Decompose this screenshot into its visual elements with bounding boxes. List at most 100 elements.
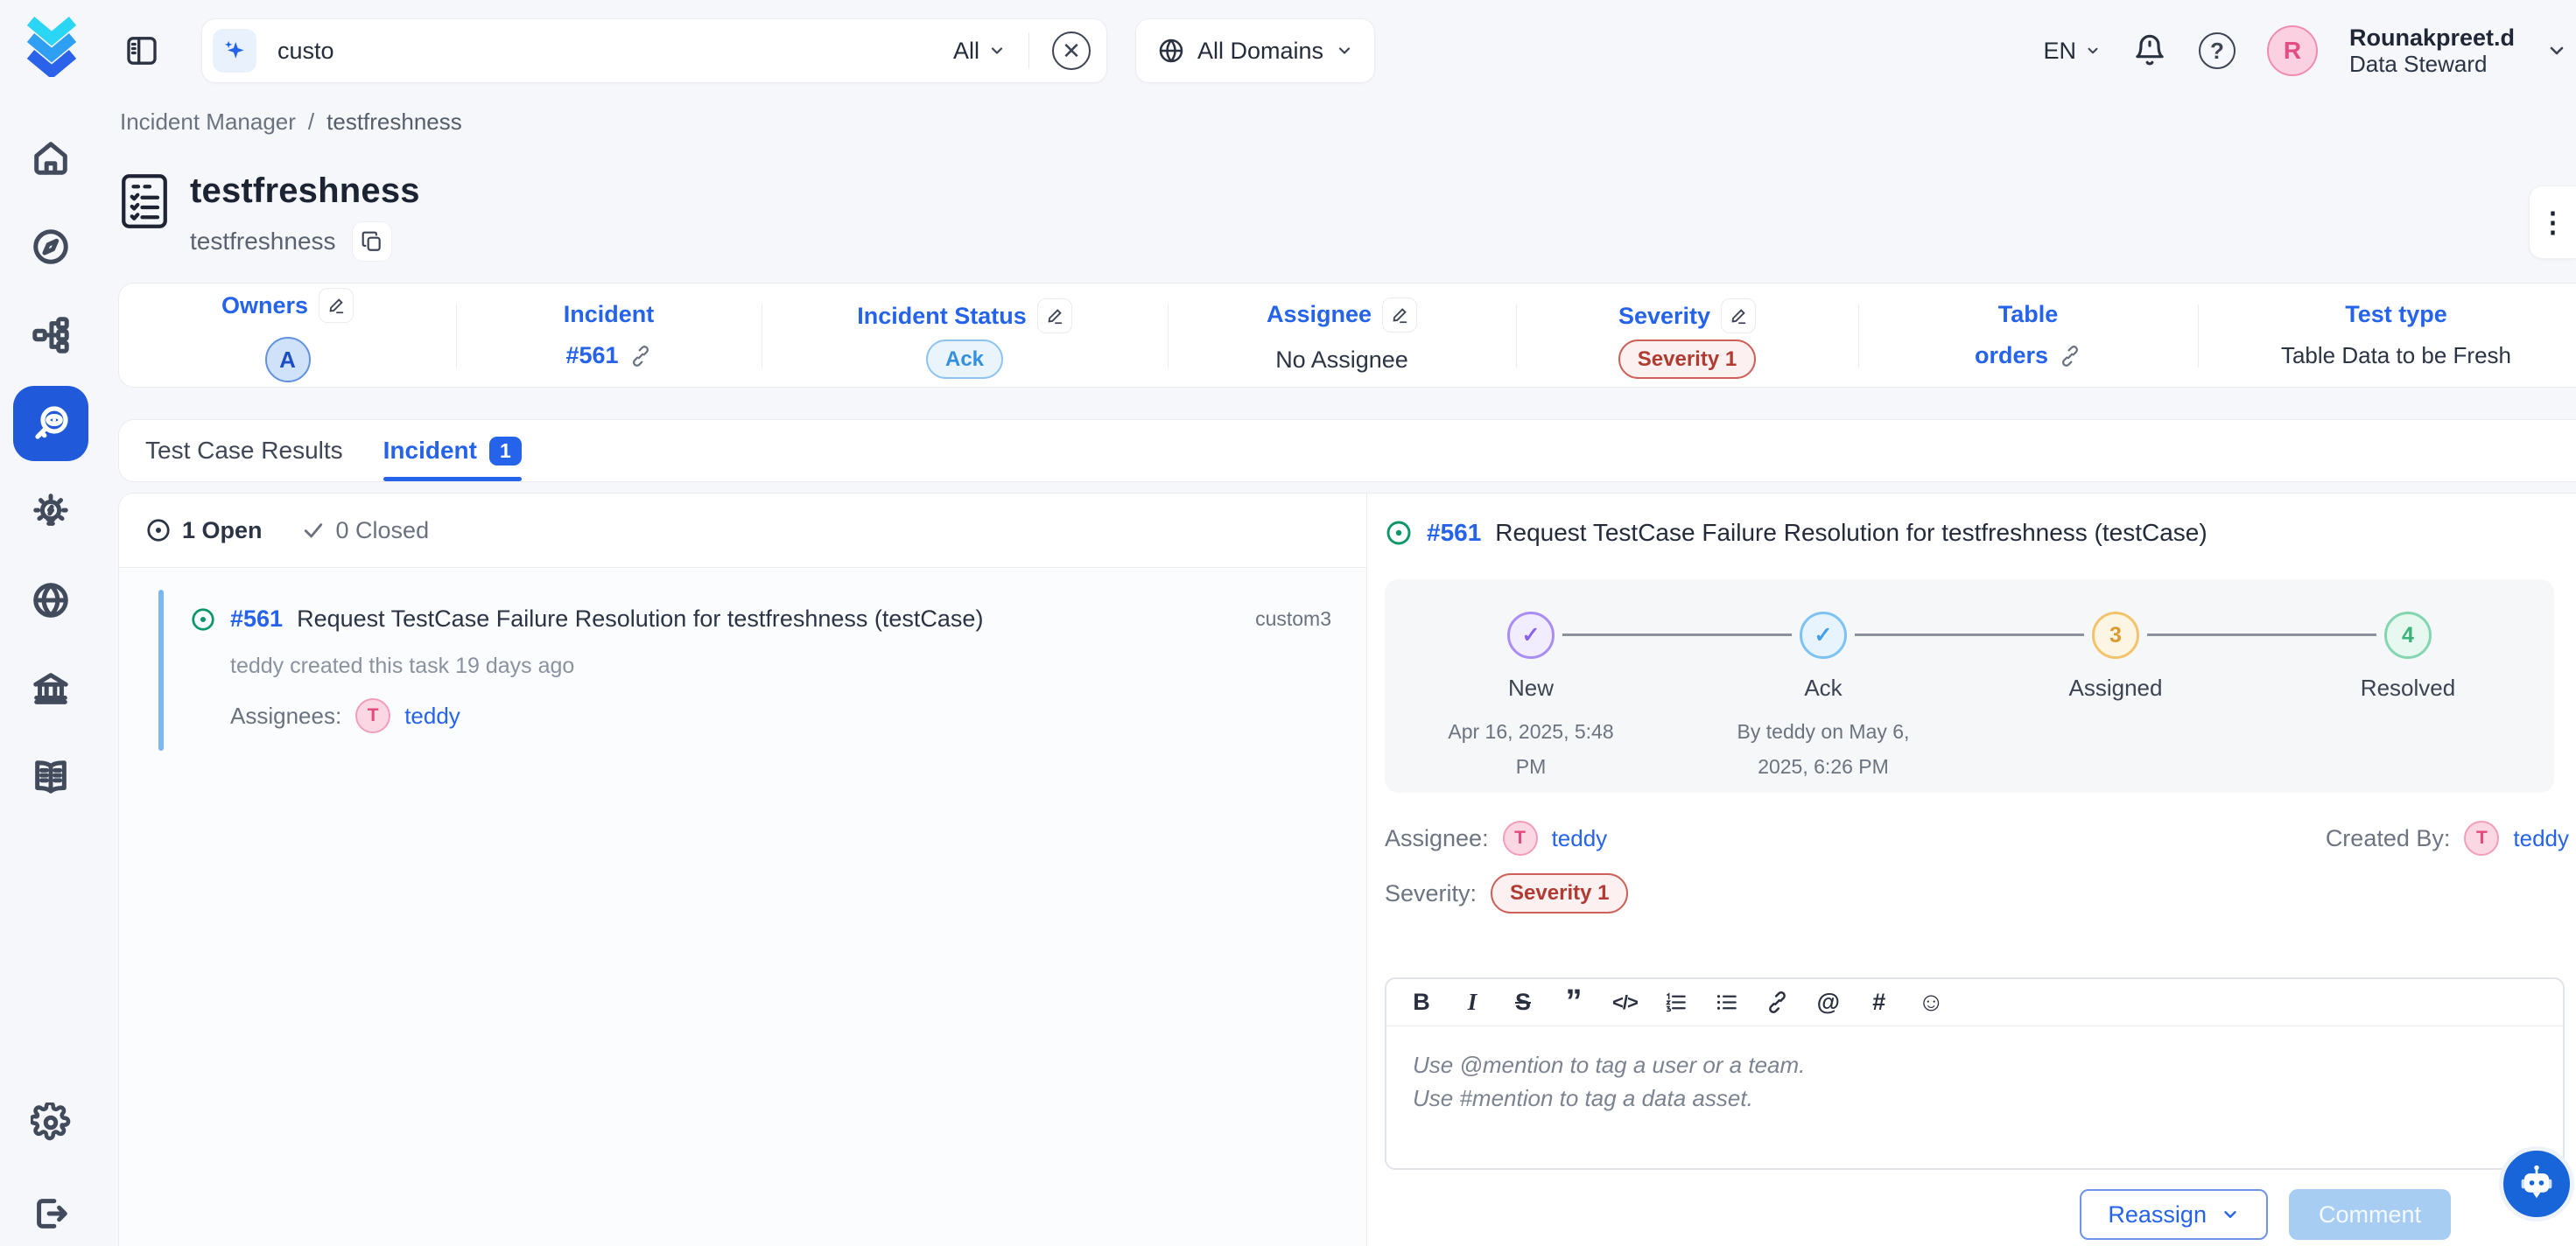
help-icon[interactable]: ?	[2199, 32, 2236, 69]
chevron-down-icon[interactable]	[2546, 40, 2567, 61]
sidebar-item-home[interactable]	[13, 121, 88, 196]
chevron-down-icon	[1336, 42, 1353, 60]
ai-sparkle-icon[interactable]	[213, 29, 256, 73]
bold-icon[interactable]: B	[1409, 990, 1434, 1014]
assignee-name-link[interactable]: teddy	[1552, 825, 1608, 852]
created-by-label: Created By:	[2326, 825, 2451, 852]
table-label: Table	[1998, 301, 2059, 328]
tab-incident[interactable]: Incident 1	[383, 420, 522, 481]
owner-avatar[interactable]: A	[265, 337, 311, 382]
severity-badge[interactable]: Severity 1	[1618, 340, 1756, 379]
breadcrumb: Incident Manager / testfreshness	[120, 108, 462, 136]
notifications-bell-icon[interactable]	[2132, 33, 2167, 68]
link-icon[interactable]	[2059, 345, 2081, 368]
incident-id-link[interactable]: #561	[565, 342, 618, 369]
robot-icon	[2514, 1161, 2559, 1207]
assignee-avatar[interactable]: T	[355, 698, 390, 733]
incident-list-item[interactable]: #561 Request TestCase Failure Resolution…	[158, 590, 1366, 751]
breadcrumb-current[interactable]: testfreshness	[326, 108, 462, 136]
incident-status-badge[interactable]: Ack	[926, 340, 1003, 379]
hashtag-icon[interactable]: #	[1867, 990, 1892, 1014]
test-type-label: Test type	[2345, 301, 2447, 328]
comment-input[interactable]: Use @mention to tag a user or a team. Us…	[1386, 1026, 2563, 1138]
edit-owners-icon[interactable]	[319, 288, 354, 323]
created-by-avatar[interactable]: T	[2464, 821, 2499, 856]
search-scope-dropdown[interactable]: All	[953, 38, 1006, 65]
language-value: EN	[2043, 38, 2076, 65]
edit-incident-status-icon[interactable]	[1037, 298, 1072, 333]
detail-assignee: Assignee: T teddy	[1385, 821, 1607, 856]
sidebar-item-explore[interactable]	[13, 209, 88, 284]
code-icon[interactable]: </>	[1612, 993, 1638, 1012]
check-icon	[301, 518, 326, 542]
breadcrumb-parent[interactable]: Incident Manager	[120, 108, 296, 136]
timeline-step-ack: ✓ Ack By teddy on May 6, 2025, 6:26 PM	[1677, 612, 1969, 785]
settings-icon[interactable]	[31, 1102, 71, 1143]
sidebar-item-insights[interactable]	[13, 474, 88, 550]
step-label: New	[1508, 675, 1554, 702]
search-input[interactable]	[256, 38, 953, 65]
incident-content: 1 Open 0 Closed #561 Request TestCase Fa…	[118, 493, 2576, 1246]
user-menu[interactable]: Rounakpreet.d Data Steward	[2349, 24, 2515, 78]
open-status-icon	[145, 517, 172, 543]
table-link[interactable]: orders	[1975, 342, 2048, 369]
emoji-icon[interactable]: ☺	[1918, 990, 1945, 1016]
strikethrough-icon[interactable]: S	[1511, 990, 1535, 1014]
meta-assignee: Assignee No Assignee	[1168, 284, 1516, 387]
language-selector[interactable]: EN	[2043, 38, 2101, 65]
incident-list-pane: 1 Open 0 Closed #561 Request TestCase Fa…	[119, 494, 1366, 1246]
open-count[interactable]: 1 Open	[145, 517, 263, 544]
mention-icon[interactable]: @	[1816, 990, 1841, 1014]
step-check-icon: ✓	[1507, 612, 1555, 659]
bullet-list-icon[interactable]	[1715, 990, 1739, 1014]
tabs-bar: Test Case Results Incident 1	[118, 419, 2576, 482]
meta-incident: Incident #561	[456, 284, 762, 387]
search-scope-value: All	[953, 38, 979, 65]
ordered-list-icon[interactable]	[1664, 990, 1688, 1014]
meta-incident-status: Incident Status Ack	[762, 284, 1168, 387]
reassign-button[interactable]: Reassign	[2080, 1189, 2268, 1240]
blockquote-icon[interactable]: ”	[1562, 994, 1586, 1012]
domains-filter-label: All Domains	[1197, 38, 1323, 65]
logout-icon[interactable]	[31, 1194, 71, 1234]
incident-detail-title: Request TestCase Failure Resolution for …	[1495, 519, 2207, 547]
detail-assignee-label: Assignee:	[1385, 825, 1489, 852]
page-subtitle: testfreshness	[190, 228, 336, 256]
clear-search-icon[interactable]: ✕	[1052, 32, 1091, 70]
more-actions-button[interactable]: ⋮	[2529, 186, 2576, 259]
sidebar-toggle-icon[interactable]	[124, 33, 159, 68]
created-by-name-link[interactable]: teddy	[2513, 825, 2569, 852]
sidebar-item-docs[interactable]	[13, 739, 88, 815]
assignee-name-link[interactable]: teddy	[404, 703, 460, 730]
closed-count[interactable]: 0 Closed	[301, 517, 430, 544]
assignees-label: Assignees:	[230, 703, 341, 730]
italic-icon[interactable]: I	[1460, 990, 1485, 1014]
link-icon[interactable]	[1765, 990, 1790, 1014]
sidebar-item-lineage[interactable]	[13, 298, 88, 373]
step-timestamp: Apr 16, 2025, 5:48 PM	[1439, 714, 1623, 785]
copy-icon[interactable]	[352, 221, 392, 262]
chatbot-button[interactable]	[2499, 1146, 2574, 1222]
domains-filter[interactable]: All Domains	[1135, 18, 1375, 83]
incident-detail-id[interactable]: #561	[1427, 519, 1481, 547]
timeline-step-resolved: 4 Resolved	[2262, 612, 2554, 785]
incident-meta-bar: Owners A Incident #561 Incident Status A…	[118, 283, 2576, 388]
incident-tag: custom3	[1255, 607, 1331, 631]
chevron-down-icon	[2085, 43, 2101, 59]
incident-id[interactable]: #561	[230, 606, 283, 633]
link-icon[interactable]	[629, 345, 652, 368]
sidebar-item-data-quality[interactable]	[13, 386, 88, 461]
test-type-value: Table Data to be Fresh	[2281, 342, 2511, 369]
assignee-avatar[interactable]: T	[1503, 821, 1538, 856]
sidebar-item-web[interactable]	[13, 563, 88, 638]
detail-severity-label: Severity:	[1385, 880, 1477, 907]
edit-assignee-icon[interactable]	[1382, 298, 1417, 332]
app-logo[interactable]	[24, 16, 80, 77]
user-avatar[interactable]: R	[2267, 25, 2318, 76]
sidebar-item-governance[interactable]	[13, 651, 88, 726]
edit-severity-icon[interactable]	[1721, 298, 1756, 333]
comment-button[interactable]: Comment	[2289, 1189, 2451, 1240]
severity-badge[interactable]: Severity 1	[1491, 873, 1628, 914]
tab-test-case-results[interactable]: Test Case Results	[145, 420, 343, 481]
open-status-icon	[190, 606, 216, 633]
